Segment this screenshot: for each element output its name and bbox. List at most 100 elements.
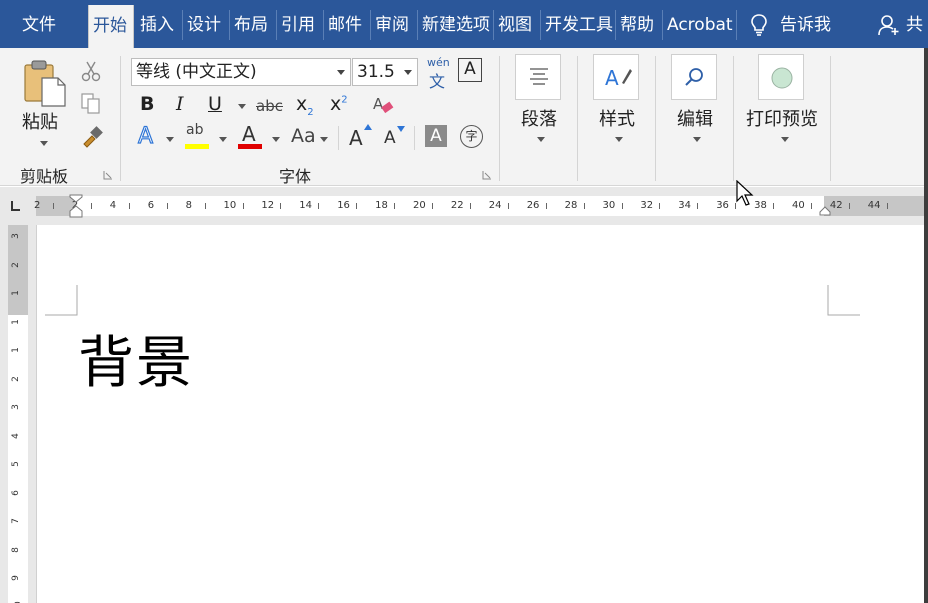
tab-design[interactable]: 设计 (183, 0, 229, 48)
vertical-ruler-number: 8 (10, 546, 21, 553)
horizontal-ruler[interactable]: 2 2 4 6 8 10 12 14 16 18 20 22 24 26 28 30 32 34 36 38 40 42 4… (34, 194, 928, 218)
styles-label[interactable]: 样式 (599, 105, 635, 131)
tab-view[interactable]: 视图 (494, 0, 540, 48)
shrink-font-button[interactable]: A (384, 128, 396, 148)
print-preview-button[interactable] (758, 54, 804, 100)
strikethrough-button[interactable]: abc (256, 97, 283, 115)
document-heading[interactable]: 背景 (78, 318, 194, 399)
highlight-dropdown-arrow[interactable] (219, 137, 227, 142)
change-case-button[interactable]: Aa (291, 125, 316, 147)
tab-review[interactable]: 审阅 (371, 0, 417, 48)
tab-insert[interactable]: 插入 (136, 0, 182, 48)
ruler-tick (356, 203, 358, 209)
font-color-dropdown-arrow[interactable] (272, 137, 280, 142)
print-preview-dropdown-arrow[interactable] (781, 137, 789, 142)
font-color-bar (238, 144, 262, 149)
tab-help[interactable]: 帮助 (616, 0, 662, 48)
font-family-combo[interactable]: 等线 (中文正文) (131, 58, 351, 86)
paragraph-dropdown-arrow[interactable] (537, 137, 545, 142)
ruler-numbers: 2 2 4 6 8 10 12 14 16 18 20 22 24 26 28 30 32 34 36 38 40 42 4… (34, 196, 928, 216)
ribbon-home: 粘贴 剪贴板 等线 (中文正文) 31.5 wén 文 A B I U abc … (0, 48, 928, 186)
superscript-button[interactable]: x2 (330, 93, 348, 115)
tab-developer[interactable]: 开发工具 (541, 0, 615, 48)
ruler-tick (583, 203, 585, 209)
right-indent-marker-icon[interactable] (819, 206, 831, 216)
ruler-tick (432, 203, 433, 209)
tab-home[interactable]: 开始 (88, 5, 134, 48)
tab-mailings[interactable]: 邮件 (324, 0, 370, 48)
text-effects-button[interactable]: A (137, 123, 153, 149)
styles-icon: A (605, 66, 632, 90)
ruler-number: 22 (450, 200, 464, 211)
format-painter-icon[interactable] (80, 124, 104, 148)
print-preview-label[interactable]: 打印预览 (746, 105, 818, 131)
paste-label[interactable]: 粘贴 (22, 108, 58, 134)
text-effects-dropdown-arrow[interactable] (166, 137, 174, 142)
cut-icon[interactable] (80, 60, 102, 82)
share-button[interactable]: 共 (906, 0, 928, 48)
ruler-number: 18 (375, 200, 388, 211)
paste-dropdown-arrow[interactable] (40, 141, 48, 146)
editing-dropdown-arrow[interactable] (693, 137, 701, 142)
underline-button[interactable]: U (208, 93, 222, 115)
group-separator (499, 56, 500, 181)
ruler-tick (280, 203, 282, 209)
italic-button[interactable]: I (176, 93, 184, 115)
paste-icon[interactable] (22, 58, 68, 108)
phonetic-guide-button[interactable]: 文 (429, 68, 445, 92)
tab-layout[interactable]: 布局 (230, 0, 276, 48)
ruler-tick (773, 203, 775, 209)
ruler-tick (621, 203, 623, 209)
editing-button[interactable] (671, 54, 717, 100)
tab-separator (736, 10, 737, 40)
grow-font-button[interactable]: A (349, 126, 363, 150)
tab-acrobat[interactable]: Acrobat (663, 0, 735, 48)
ruler-tick (659, 203, 661, 209)
clear-formatting-icon[interactable]: A (371, 94, 395, 118)
character-shading-button[interactable]: A (425, 125, 447, 147)
paragraph-label[interactable]: 段落 (521, 105, 557, 131)
ruler-number: 12 (261, 200, 275, 211)
subscript-mark: 2 (307, 106, 314, 118)
tab-file[interactable]: 文件 (0, 0, 88, 48)
copy-icon[interactable] (80, 92, 102, 114)
ruler-tick (507, 203, 509, 209)
superscript-x: x (330, 93, 342, 115)
chevron-down-icon[interactable] (337, 70, 345, 75)
tab-references[interactable]: 引用 (277, 0, 323, 48)
vertical-ruler-number: 9 (10, 575, 21, 581)
styles-button[interactable]: A (593, 54, 639, 100)
document-page[interactable] (36, 225, 928, 603)
font-size-value: 31.5 (357, 62, 395, 82)
character-border-button[interactable]: A (458, 58, 482, 82)
vertical-ruler[interactable]: 321112345678910 (0, 225, 36, 603)
font-color-button[interactable]: A (242, 122, 256, 146)
underline-dropdown-arrow[interactable] (238, 104, 246, 109)
share-user-icon[interactable] (878, 14, 900, 36)
tab-selector-icon[interactable] (6, 197, 24, 215)
enclose-characters-button[interactable]: 字 (460, 125, 483, 148)
lightbulb-icon[interactable] (750, 13, 768, 37)
font-launcher-icon[interactable] (482, 170, 492, 180)
indent-marker-icon[interactable] (69, 194, 83, 218)
editing-label[interactable]: 编辑 (677, 105, 713, 131)
paragraph-button[interactable] (515, 54, 561, 100)
window-edge (924, 48, 928, 603)
font-size-combo[interactable]: 31.5 (352, 58, 418, 86)
change-case-dropdown-arrow[interactable] (320, 137, 328, 142)
svg-text:A: A (373, 95, 384, 113)
styles-dropdown-arrow[interactable] (615, 137, 623, 142)
font-group-label: 字体 (279, 167, 312, 186)
clipboard-launcher-icon[interactable] (103, 170, 113, 180)
chevron-down-icon[interactable] (404, 70, 412, 75)
highlight-button[interactable]: ab (186, 122, 203, 138)
tell-me-box[interactable]: 告诉我 (780, 0, 850, 48)
ruler-number: 28 (564, 200, 578, 211)
right-margin-corner-mark (827, 285, 860, 316)
search-icon (685, 68, 703, 86)
print-preview-icon (771, 67, 793, 89)
bold-button[interactable]: B (140, 93, 154, 115)
subscript-button[interactable]: x2 (296, 93, 314, 118)
vertical-ruler-number: 3 (10, 404, 21, 410)
tab-new-options[interactable]: 新建选项 (418, 0, 493, 48)
